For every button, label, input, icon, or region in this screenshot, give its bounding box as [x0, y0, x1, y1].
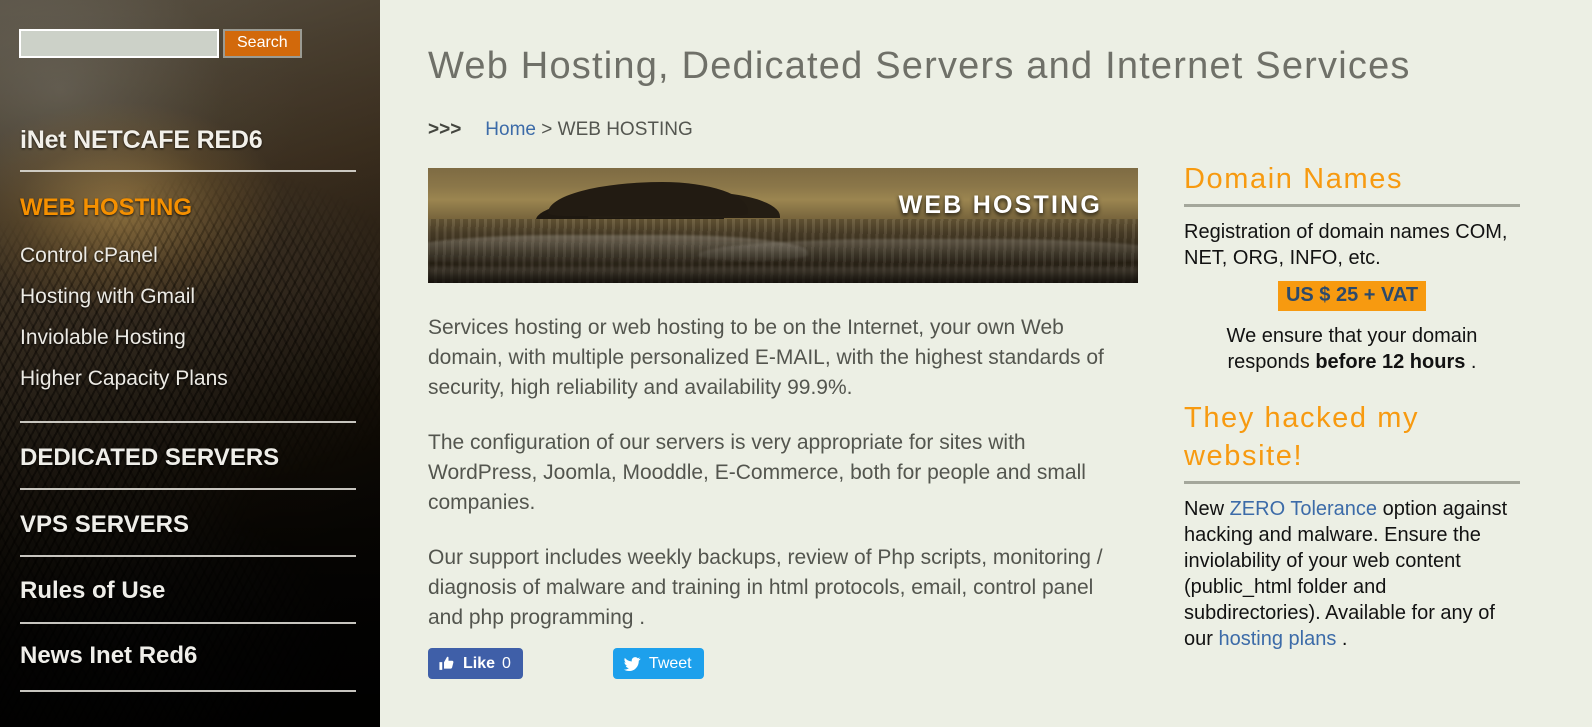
hero-wave — [698, 239, 1138, 266]
sidebar-divider — [20, 690, 356, 692]
widget-title-hacked-website: They hacked my website! — [1184, 402, 1420, 472]
article-paragraph: Our support includes weekly backups, rev… — [428, 546, 1103, 629]
domain-guarantee-text: We ensure that your domain responds befo… — [1184, 323, 1520, 375]
twitter-tweet-label: Tweet — [648, 654, 692, 672]
widget-body-hacked-website: New ZERO Tolerance option against hackin… — [1184, 496, 1520, 652]
hero-foam — [428, 266, 1138, 283]
widget-body-domain-names: Registration of domain names COM, NET, O… — [1184, 219, 1520, 375]
domain-price-row: US $ 25 + VAT — [1184, 281, 1520, 311]
sidebar-content: Search iNet NETCAFE RED6 WEB HOSTING Con… — [0, 0, 380, 727]
sidebar-item-news-inet-red6[interactable]: News Inet Red6 — [20, 642, 360, 670]
widget-title-domain-names: Domain Names — [1184, 163, 1404, 195]
search-form: Search — [19, 29, 302, 58]
facebook-like-label: Like — [463, 654, 496, 672]
sidebar-divider — [20, 488, 356, 490]
sidebar-divider — [20, 421, 356, 423]
sidebar-divider — [20, 555, 356, 557]
widget-divider — [1184, 204, 1520, 207]
article-body: Services hosting or web hosting to be on… — [428, 313, 1128, 658]
sidebar-divider — [20, 622, 356, 624]
sidebar-item-hosting-with-gmail[interactable]: Hosting with Gmail — [20, 285, 360, 309]
social-share-bar: Like 0 Tweet — [428, 648, 704, 679]
facebook-like-button[interactable]: Like 0 — [428, 648, 523, 679]
breadcrumb-current: WEB HOSTING — [557, 119, 693, 140]
sidebar-item-inviolable-hosting[interactable]: Inviolable Hosting — [20, 326, 360, 350]
hosting-plans-link[interactable]: hosting plans — [1218, 628, 1336, 650]
sidebar-item-dedicated-servers[interactable]: DEDICATED SERVERS — [20, 444, 360, 472]
breadcrumb-arrows-icon: >>> — [428, 119, 462, 140]
sidebar-item-higher-capacity-plans[interactable]: Higher Capacity Plans — [20, 367, 360, 391]
hacked-text-part-1: New — [1184, 498, 1230, 520]
sidebar-item-web-hosting[interactable]: WEB HOSTING — [20, 194, 360, 222]
facebook-like-count: 0 — [502, 654, 511, 672]
sidebar-item-control-cpanel[interactable]: Control cPanel — [20, 244, 360, 268]
search-input[interactable] — [19, 29, 219, 58]
twitter-bird-icon — [623, 655, 641, 673]
left-sidebar: Search iNet NETCAFE RED6 WEB HOSTING Con… — [0, 0, 380, 727]
page-root: Search iNet NETCAFE RED6 WEB HOSTING Con… — [0, 0, 1592, 727]
page-title: Web Hosting, Dedicated Servers and Inter… — [428, 45, 1411, 88]
twitter-tweet-button[interactable]: Tweet — [612, 648, 704, 679]
breadcrumb: >>> Home > WEB HOSTING — [428, 119, 693, 141]
zero-tolerance-link[interactable]: ZERO Tolerance — [1230, 498, 1377, 520]
hero-banner-label: WEB HOSTING — [898, 191, 1102, 219]
hacked-body-text: New ZERO Tolerance option against hackin… — [1184, 496, 1520, 652]
search-button[interactable]: Search — [223, 29, 302, 58]
widget-domain-names: Domain Names Registration of domain name… — [1184, 160, 1520, 375]
site-brand: iNet NETCAFE RED6 — [20, 126, 263, 154]
hacked-text-part-3: . — [1336, 628, 1348, 650]
sidebar-divider — [20, 170, 356, 172]
domain-guarantee-highlight: before 12 hours — [1315, 351, 1466, 373]
article-paragraph: The configuration of our servers is very… — [428, 431, 1086, 514]
hero-banner-image: WEB HOSTING — [428, 168, 1138, 283]
breadcrumb-home-link[interactable]: Home — [485, 119, 536, 140]
domain-price-badge: US $ 25 + VAT — [1277, 281, 1427, 311]
widget-hacked-website: They hacked my website! New ZERO Toleran… — [1184, 399, 1520, 652]
article-paragraph: Services hosting or web hosting to be on… — [428, 316, 1104, 399]
domain-registration-text: Registration of domain names COM, NET, O… — [1184, 221, 1508, 269]
sidebar-item-vps-servers[interactable]: VPS SERVERS — [20, 511, 360, 539]
sidebar-item-rules-of-use[interactable]: Rules of Use — [20, 577, 360, 605]
widget-divider — [1184, 481, 1520, 484]
right-sidebar: Domain Names Registration of domain name… — [1184, 160, 1520, 676]
thumbs-up-icon — [438, 655, 455, 672]
domain-guarantee-suffix: . — [1465, 351, 1477, 373]
breadcrumb-separator: > — [541, 119, 553, 140]
